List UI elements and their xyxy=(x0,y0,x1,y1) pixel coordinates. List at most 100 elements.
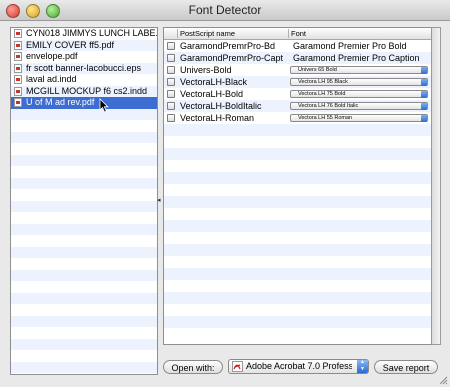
postscript-name: VectoraLH-Roman xyxy=(180,113,255,123)
indesign-document-icon xyxy=(14,86,22,96)
postscript-name: GaramondPremrPro-Capt xyxy=(180,53,284,63)
include-checkbox[interactable] xyxy=(167,66,175,74)
font-name: Garamond Premier Pro Caption xyxy=(293,53,420,63)
file-list[interactable]: CYN018 JIMMYS LUNCH LABE... EMILY COVER … xyxy=(10,27,158,375)
mouse-pointer-icon xyxy=(99,98,109,113)
table-row: Univers-Bold Univers 65 Bold xyxy=(164,64,432,76)
file-name: MCGILL MOCKUP f6 cs2.indd xyxy=(26,85,148,96)
list-stripe xyxy=(11,200,157,212)
table-row: GaramondPremrPro-Bd Garamond Premier Pro… xyxy=(164,40,432,52)
pdf-document-icon xyxy=(14,40,22,50)
table-stripe xyxy=(164,148,432,160)
list-stripe xyxy=(11,338,157,350)
file-name: fr scott banner-lacobucci.eps xyxy=(26,62,142,73)
resize-grip-icon[interactable] xyxy=(438,375,448,385)
table-stripe xyxy=(164,196,432,208)
postscript-name: GaramondPremrPro-Bd xyxy=(180,41,276,51)
pdf-document-icon xyxy=(14,52,22,61)
file-item[interactable]: fr scott banner-lacobucci.eps xyxy=(11,63,157,75)
list-stripe xyxy=(11,131,157,143)
postscript-name: VectoraLH-Bold xyxy=(180,89,244,99)
eps-document-icon xyxy=(14,63,22,73)
include-checkbox[interactable] xyxy=(167,42,175,50)
file-item[interactable]: envelope.pdf xyxy=(11,51,157,63)
font-popup[interactable]: Vectora LH 75 Bold xyxy=(290,90,428,98)
file-item[interactable]: MCGILL MOCKUP f6 cs2.indd xyxy=(11,86,157,98)
file-name: U of M ad rev.pdf xyxy=(26,97,95,107)
file-item[interactable]: EMILY COVER ff5.pdf xyxy=(11,40,157,52)
table-stripe xyxy=(164,124,432,136)
include-checkbox[interactable] xyxy=(167,78,175,86)
table-row: VectoraLH-Black Vectora LH 95 Black xyxy=(164,76,432,88)
document-icon xyxy=(14,29,22,38)
list-stripe xyxy=(11,154,157,166)
save-report-button[interactable]: Save report xyxy=(374,360,438,374)
list-stripe xyxy=(11,108,157,120)
indesign-document-icon xyxy=(14,75,22,84)
column-separator xyxy=(177,29,178,38)
popup-arrows-icon xyxy=(421,79,427,86)
font-popup-value: Vectora LH 95 Black xyxy=(298,79,348,85)
font-popup[interactable]: Vectora LH 55 Roman xyxy=(290,114,428,122)
popup-arrows-icon xyxy=(421,91,427,98)
font-popup[interactable]: Vectora LH 76 Bold Italic xyxy=(290,102,428,110)
include-checkbox[interactable] xyxy=(167,114,175,122)
application-select[interactable]: Adobe Acrobat 7.0 Professional xyxy=(228,359,369,374)
font-popup-value: Vectora LH 76 Bold Italic xyxy=(298,103,359,109)
table-stripe xyxy=(164,244,432,256)
postscript-name: VectoraLH-BoldItalic xyxy=(180,101,262,111)
table-header: PostScript name Font xyxy=(164,28,432,40)
file-name: EMILY COVER ff5.pdf xyxy=(26,39,115,50)
table-stripe xyxy=(164,220,432,232)
font-popup-value: Vectora LH 75 Bold xyxy=(298,91,346,97)
list-stripe xyxy=(11,246,157,258)
file-name: envelope.pdf xyxy=(26,51,78,61)
column-separator xyxy=(288,29,289,38)
table-stripe xyxy=(164,292,432,304)
postscript-name: VectoraLH-Black xyxy=(180,77,248,87)
font-popup[interactable]: Vectora LH 95 Black xyxy=(290,78,428,86)
list-stripe xyxy=(11,269,157,281)
list-stripe xyxy=(11,315,157,327)
postscript-name: Univers-Bold xyxy=(180,65,232,75)
file-item-selected[interactable]: U of M ad rev.pdf xyxy=(11,97,157,109)
popup-arrows-icon xyxy=(421,103,427,110)
list-stripe xyxy=(11,361,157,373)
include-checkbox[interactable] xyxy=(167,102,175,110)
font-popup[interactable]: Univers 65 Bold xyxy=(290,66,428,74)
file-item[interactable]: CYN018 JIMMYS LUNCH LABE... xyxy=(11,28,157,40)
font-table[interactable]: PostScript name Font GaramondPremrPro-Bd… xyxy=(163,27,433,345)
font-name: Garamond Premier Pro Bold xyxy=(293,41,407,51)
pdf-document-icon xyxy=(14,98,22,107)
table-stripe xyxy=(164,316,432,328)
table-row: VectoraLH-BoldItalic Vectora LH 76 Bold … xyxy=(164,100,432,112)
table-row: VectoraLH-Roman Vectora LH 55 Roman xyxy=(164,112,432,124)
table-row: GaramondPremrPro-Capt Garamond Premier P… xyxy=(164,52,432,64)
application-name: Adobe Acrobat 7.0 Professional xyxy=(246,361,352,371)
popup-arrows-icon xyxy=(421,67,427,74)
list-stripe xyxy=(11,177,157,189)
table-stripe xyxy=(164,172,432,184)
list-stripe xyxy=(11,223,157,235)
font-popup-value: Vectora LH 55 Roman xyxy=(298,115,353,121)
include-checkbox[interactable] xyxy=(167,90,175,98)
select-arrows-icon xyxy=(357,359,368,373)
acrobat-icon xyxy=(232,361,243,372)
window-title: Font Detector xyxy=(188,3,262,17)
file-item[interactable]: laval ad.indd xyxy=(11,74,157,86)
popup-arrows-icon xyxy=(421,115,427,122)
font-popup-value: Univers 65 Bold xyxy=(298,67,337,73)
column-header-font[interactable]: Font xyxy=(291,28,306,39)
table-row: VectoraLH-Bold Vectora LH 75 Bold xyxy=(164,88,432,100)
table-stripe xyxy=(164,268,432,280)
list-stripe xyxy=(11,292,157,304)
title-bar[interactable]: Font Detector xyxy=(0,0,450,21)
table-vertical-scrollbar[interactable] xyxy=(431,27,441,345)
file-name: CYN018 JIMMYS LUNCH LABE... xyxy=(26,28,157,38)
pane-splitter-handle[interactable]: ◂ xyxy=(157,196,161,204)
open-with-button[interactable]: Open with: xyxy=(163,360,223,374)
include-checkbox[interactable] xyxy=(167,54,175,62)
file-name: laval ad.indd xyxy=(26,74,77,84)
font-detector-window: Font Detector CYN018 JIMMYS LUNCH LABE..… xyxy=(0,0,450,387)
column-header-postscript[interactable]: PostScript name xyxy=(180,28,235,39)
